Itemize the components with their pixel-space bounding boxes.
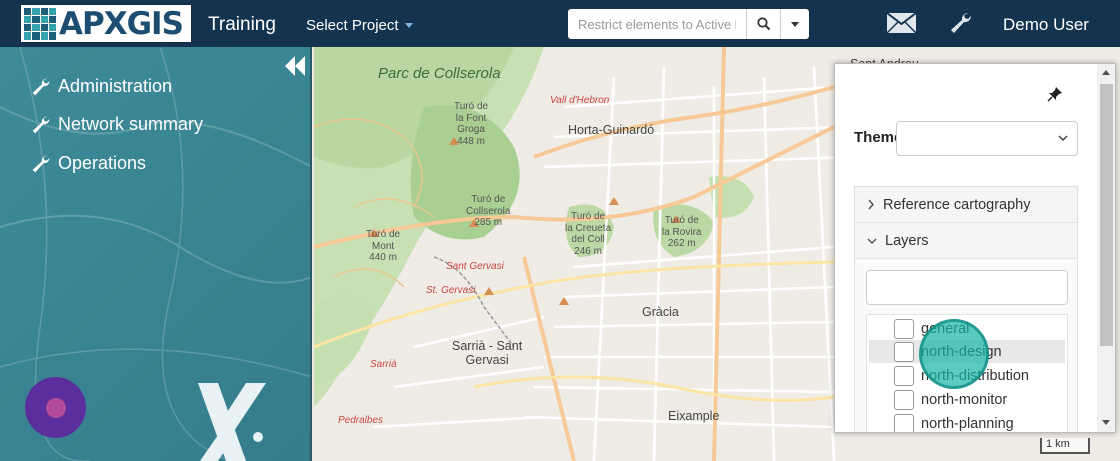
map-label: Eixample [668,409,720,423]
map-label: Turó de la Font Groga 448 m [454,101,489,147]
settings-wrench-icon[interactable] [948,11,974,40]
layer-label: north-distribution [921,367,1029,384]
record-indicator[interactable] [25,377,86,438]
map-label: Horta-Guinardó [568,123,655,137]
sidebar-item-administration[interactable]: Administration [30,76,172,97]
sidebar-item-label: Administration [58,76,173,96]
chevron-down-icon [1058,135,1068,142]
map-label: Turó de Collserola 285 m [466,194,511,228]
wrench-icon [32,116,50,133]
sidebar-item-network-summary[interactable]: Network summary [30,114,203,135]
brand-x-logo [198,383,266,461]
sidebar: Administration Network summary Operation… [0,47,312,461]
project-select-dropdown[interactable]: Select Project [306,17,413,34]
layer-item-north-monitor[interactable]: north-monitor [867,388,1067,411]
section-label: Reference cartography [883,196,1031,213]
layer-checkbox[interactable] [894,341,914,362]
sidebar-item-label: Operations [58,153,147,173]
map-label: Sarrià - Sant Gervasi [452,339,523,368]
layer-checkbox[interactable] [894,318,914,339]
app-title: Training [208,14,276,35]
map-label: Vall d'Hebron [550,95,610,106]
layer-checkbox[interactable] [894,389,914,410]
layer-item-north-distribution[interactable]: north-distribution [867,364,1067,387]
wrench-icon [32,78,50,95]
panel-scrollbar[interactable] [1097,64,1115,432]
double-chevron-left-icon [285,56,305,76]
layer-item-general[interactable]: general [867,317,1067,340]
map-scale-bar: 1 km [1040,438,1090,454]
section-label: Layers [885,232,929,249]
map-label: Turó de Mont 440 m [366,229,401,263]
logo-mark [24,7,56,40]
top-bar: APXGIS Training Select Project Demo User [0,0,1120,47]
sidebar-item-label: Network summary [58,114,204,134]
sidebar-item-operations[interactable]: Operations [30,153,146,174]
caret-down-icon [404,23,413,28]
pin-icon[interactable] [1047,86,1063,107]
layer-checkbox[interactable] [894,365,914,386]
search-input[interactable] [568,9,747,39]
layer-item-north-planning[interactable]: north-planning [867,412,1067,432]
scroll-down-arrow-icon[interactable] [1102,420,1110,425]
project-select-label: Select Project [306,17,399,34]
layer-panel: Theme Reference cartography Layers gener… [834,63,1116,433]
theme-select[interactable] [896,121,1078,156]
map-label: Sarrià [370,359,397,370]
section-layers[interactable]: Layers [855,223,1077,259]
chevron-down-icon [867,237,877,244]
logo-text: APXGIS [59,5,184,42]
user-menu[interactable]: Demo User [1003,15,1089,35]
layer-label: general [921,320,970,337]
app-logo[interactable]: APXGIS [20,4,192,43]
map-label: Parc de Collserola [378,65,501,82]
map-label: Turó de la Creueta del Coll 246 m [565,211,612,257]
layer-label: north-monitor [921,391,1008,408]
layer-accordion: Reference cartography Layers general nor… [854,186,1078,432]
map-label: Turó de la Rovira 262 m [662,215,702,249]
scroll-thumb[interactable] [1100,84,1113,346]
search-bar [568,9,809,39]
map-label: Pedralbes [338,415,384,426]
search-button[interactable] [747,9,781,39]
map-label: St. Gervasi [426,285,476,296]
search-options-button[interactable] [781,9,809,39]
search-icon [756,17,770,31]
layer-label: north-planning [921,415,1014,432]
section-reference-cartography[interactable]: Reference cartography [855,187,1077,223]
collapse-sidebar-button[interactable] [282,53,308,79]
wrench-icon [32,155,50,172]
layer-list: general north-design north-distribution … [866,314,1068,432]
caret-down-icon [791,21,799,27]
chevron-right-icon [868,199,875,210]
scroll-up-arrow-icon[interactable] [1102,70,1110,75]
layer-label: north-design [921,343,1002,360]
layer-filter-input[interactable] [866,270,1068,305]
layer-item-north-design[interactable]: north-design [869,340,1065,363]
mail-icon[interactable] [886,12,917,39]
layer-checkbox[interactable] [894,413,914,432]
map-label: Gràcia [642,305,679,319]
map-label: Sant Gervasi [446,261,504,272]
